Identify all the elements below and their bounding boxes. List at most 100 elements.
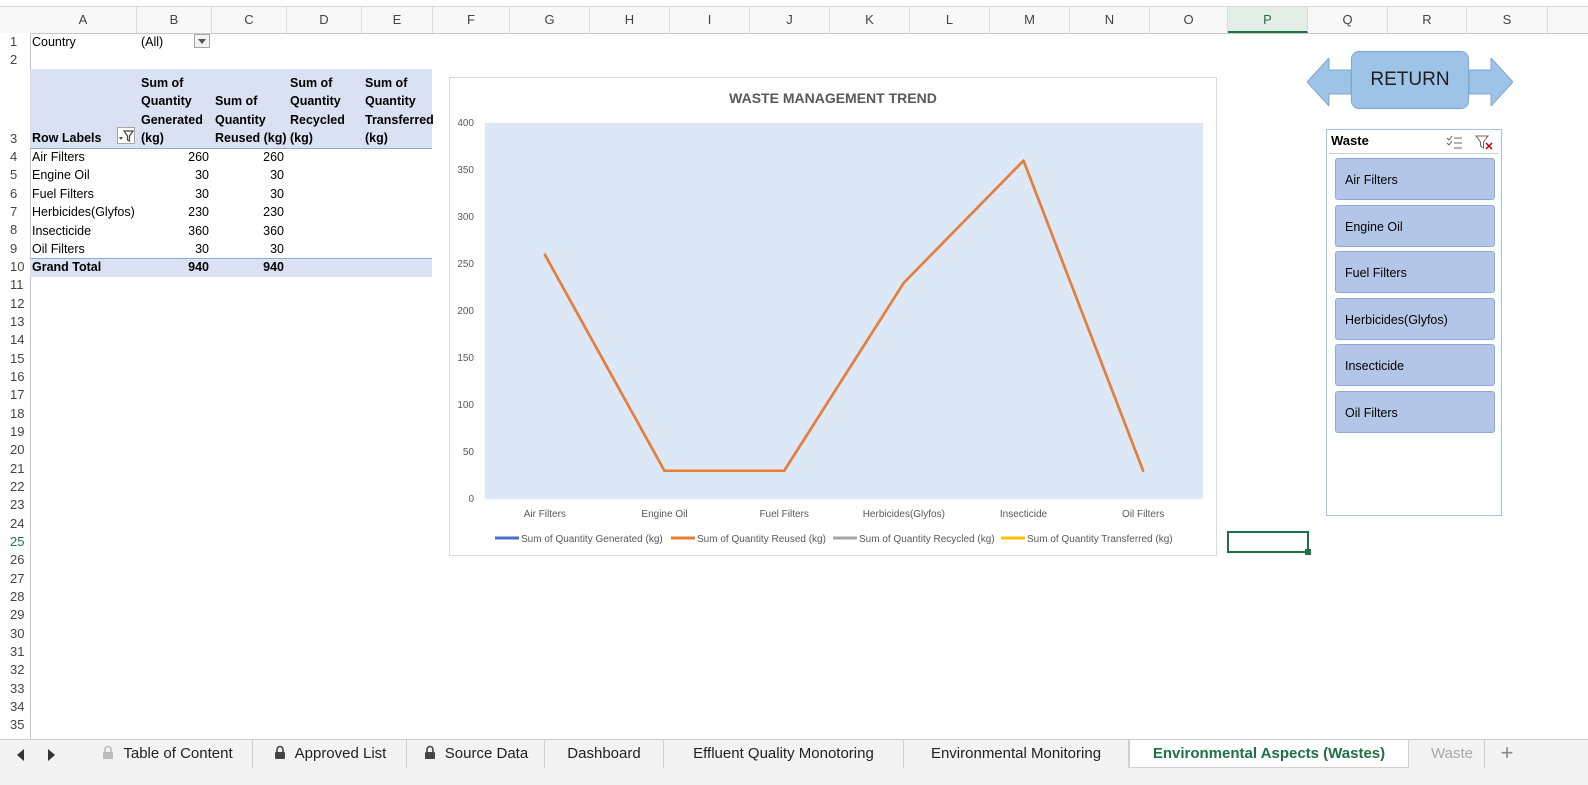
data-point[interactable] bbox=[782, 469, 786, 472]
row-header-33[interactable]: 33 bbox=[0, 680, 30, 698]
row-header-9[interactable]: 9 bbox=[0, 240, 30, 258]
pivot-header-line: Quantity bbox=[290, 94, 341, 109]
sheet-tab[interactable]: Waste bbox=[1409, 740, 1485, 768]
row-header-16[interactable]: 16 bbox=[0, 368, 30, 386]
pivot-filter-value[interactable]: (All) bbox=[141, 33, 163, 51]
row-header-15[interactable]: 15 bbox=[0, 350, 30, 368]
sheet-tab[interactable]: Approved List bbox=[253, 740, 407, 768]
pivot-generated-value: 30 bbox=[195, 186, 209, 201]
right-arrow-icon[interactable] bbox=[1469, 58, 1513, 106]
column-header-K[interactable]: K bbox=[830, 7, 910, 33]
data-point[interactable] bbox=[543, 253, 547, 256]
slicer-item[interactable]: Air Filters bbox=[1335, 158, 1495, 200]
row-header-25[interactable]: 25 bbox=[0, 533, 30, 551]
column-header-Q[interactable]: Q bbox=[1308, 7, 1388, 33]
column-header-I[interactable]: I bbox=[670, 7, 750, 33]
return-button[interactable]: RETURN bbox=[1351, 51, 1469, 109]
y-tick-label: 250 bbox=[457, 259, 474, 270]
row-header-21[interactable]: 21 bbox=[0, 460, 30, 478]
pivot-row-label: Fuel Filters bbox=[32, 186, 94, 201]
row-header-32[interactable]: 32 bbox=[0, 661, 30, 679]
filter-dropdown-button[interactable] bbox=[194, 34, 210, 48]
column-header-S[interactable]: S bbox=[1467, 7, 1548, 33]
y-tick-label: 300 bbox=[457, 212, 474, 223]
slicer-item[interactable]: Insecticide bbox=[1335, 344, 1495, 386]
slicer-item[interactable]: Engine Oil bbox=[1335, 204, 1495, 247]
row-header-4[interactable]: 4 bbox=[0, 148, 30, 166]
row-header-11[interactable]: 11 bbox=[0, 276, 30, 294]
sheet-tab[interactable]: Source Data bbox=[407, 740, 545, 768]
slicer-item[interactable]: Oil Filters bbox=[1335, 390, 1495, 433]
row-header-2[interactable]: 2 bbox=[0, 51, 30, 69]
row-header-28[interactable]: 28 bbox=[0, 588, 30, 606]
sheet-tab[interactable]: Environmental Aspects (Wastes) bbox=[1129, 740, 1409, 768]
column-header-M[interactable]: M bbox=[990, 7, 1070, 33]
waste-slicer[interactable]: Waste Air Filters Engine Oil Fuel Filters H… bbox=[1326, 129, 1502, 516]
row-header-13[interactable]: 13 bbox=[0, 313, 30, 331]
scroll-tabs-left-icon[interactable] bbox=[14, 747, 28, 763]
row-header-14[interactable]: 14 bbox=[0, 331, 30, 349]
sheet-tab[interactable]: Effluent Quality Monotoring bbox=[664, 740, 904, 768]
row-header-6[interactable]: 6 bbox=[0, 185, 30, 203]
data-point[interactable] bbox=[902, 281, 906, 284]
row-header-8[interactable]: 8 bbox=[0, 221, 30, 239]
column-header-E[interactable]: E bbox=[362, 7, 433, 33]
row-header-17[interactable]: 17 bbox=[0, 386, 30, 404]
slicer-item[interactable]: Fuel Filters bbox=[1335, 251, 1495, 293]
row-header-10[interactable]: 10 bbox=[0, 258, 30, 276]
row-header-23[interactable]: 23 bbox=[0, 496, 30, 514]
row-header-29[interactable]: 29 bbox=[0, 606, 30, 624]
row-header-7[interactable]: 7 bbox=[0, 203, 30, 221]
column-header-F[interactable]: F bbox=[433, 7, 510, 33]
row-header-1[interactable]: 1 bbox=[0, 33, 30, 51]
sheet-tab[interactable]: Table of Content bbox=[82, 740, 253, 768]
pivot-header-line: Transferred bbox=[365, 112, 434, 127]
row-header-22[interactable]: 22 bbox=[0, 478, 30, 496]
row-header-12[interactable]: 12 bbox=[0, 295, 30, 313]
data-point[interactable] bbox=[1022, 159, 1025, 162]
column-header-L[interactable]: L bbox=[910, 7, 990, 33]
column-header-H[interactable]: H bbox=[590, 7, 670, 33]
pivot-header-line: Sum of bbox=[215, 94, 258, 109]
line-chart[interactable]: WASTE MANAGEMENT TREND 0 50 100 150 200 250 30… bbox=[449, 77, 1217, 556]
clear-filter-icon[interactable] bbox=[1475, 134, 1493, 150]
scroll-tabs-right-icon[interactable] bbox=[44, 747, 58, 763]
row-header-20[interactable]: 20 bbox=[0, 441, 30, 459]
active-cell[interactable] bbox=[1227, 531, 1309, 553]
column-header-R[interactable]: R bbox=[1388, 7, 1467, 33]
row-header-34[interactable]: 34 bbox=[0, 698, 30, 716]
column-header-O[interactable]: O bbox=[1150, 7, 1228, 33]
sheet-tab[interactable]: Dashboard bbox=[545, 740, 664, 768]
add-sheet-button[interactable]: + bbox=[1487, 740, 1527, 768]
row-header-30[interactable]: 30 bbox=[0, 625, 30, 643]
row-labels-header: Row Labels bbox=[32, 131, 102, 145]
column-header-G[interactable]: G bbox=[510, 7, 590, 33]
row-header-3[interactable]: 3 bbox=[0, 130, 30, 148]
data-point[interactable] bbox=[1141, 469, 1145, 472]
column-header-N[interactable]: N bbox=[1070, 7, 1150, 33]
column-header-C[interactable]: C bbox=[212, 7, 287, 33]
y-tick-label: 50 bbox=[463, 447, 475, 458]
sheet-tab[interactable]: Environmental Monitoring bbox=[904, 740, 1129, 768]
column-header-B[interactable]: B bbox=[137, 7, 212, 33]
column-header-J[interactable]: J bbox=[750, 7, 830, 33]
row-header-26[interactable]: 26 bbox=[0, 551, 30, 569]
left-arrow-icon[interactable] bbox=[1307, 58, 1351, 106]
row-header-27[interactable]: 27 bbox=[0, 570, 30, 588]
row-header-5[interactable]: 5 bbox=[0, 166, 30, 184]
row-header-35[interactable]: 35 bbox=[0, 716, 30, 734]
pivot-generated-value: 260 bbox=[188, 150, 209, 164]
column-header-D[interactable]: D bbox=[287, 7, 362, 33]
y-tick-label: 100 bbox=[457, 400, 474, 411]
column-header-A[interactable]: A bbox=[30, 7, 137, 33]
row-labels-filter-button[interactable] bbox=[117, 127, 135, 144]
fill-handle[interactable] bbox=[1305, 549, 1311, 555]
row-header-24[interactable]: 24 bbox=[0, 515, 30, 533]
data-point[interactable] bbox=[663, 469, 666, 472]
slicer-item[interactable]: Herbicides(Glyfos) bbox=[1335, 297, 1495, 340]
row-header-18[interactable]: 18 bbox=[0, 405, 30, 423]
row-header-31[interactable]: 31 bbox=[0, 643, 30, 661]
column-header-P[interactable]: P bbox=[1228, 7, 1308, 33]
multi-select-icon[interactable] bbox=[1445, 134, 1463, 150]
row-header-19[interactable]: 19 bbox=[0, 423, 30, 441]
